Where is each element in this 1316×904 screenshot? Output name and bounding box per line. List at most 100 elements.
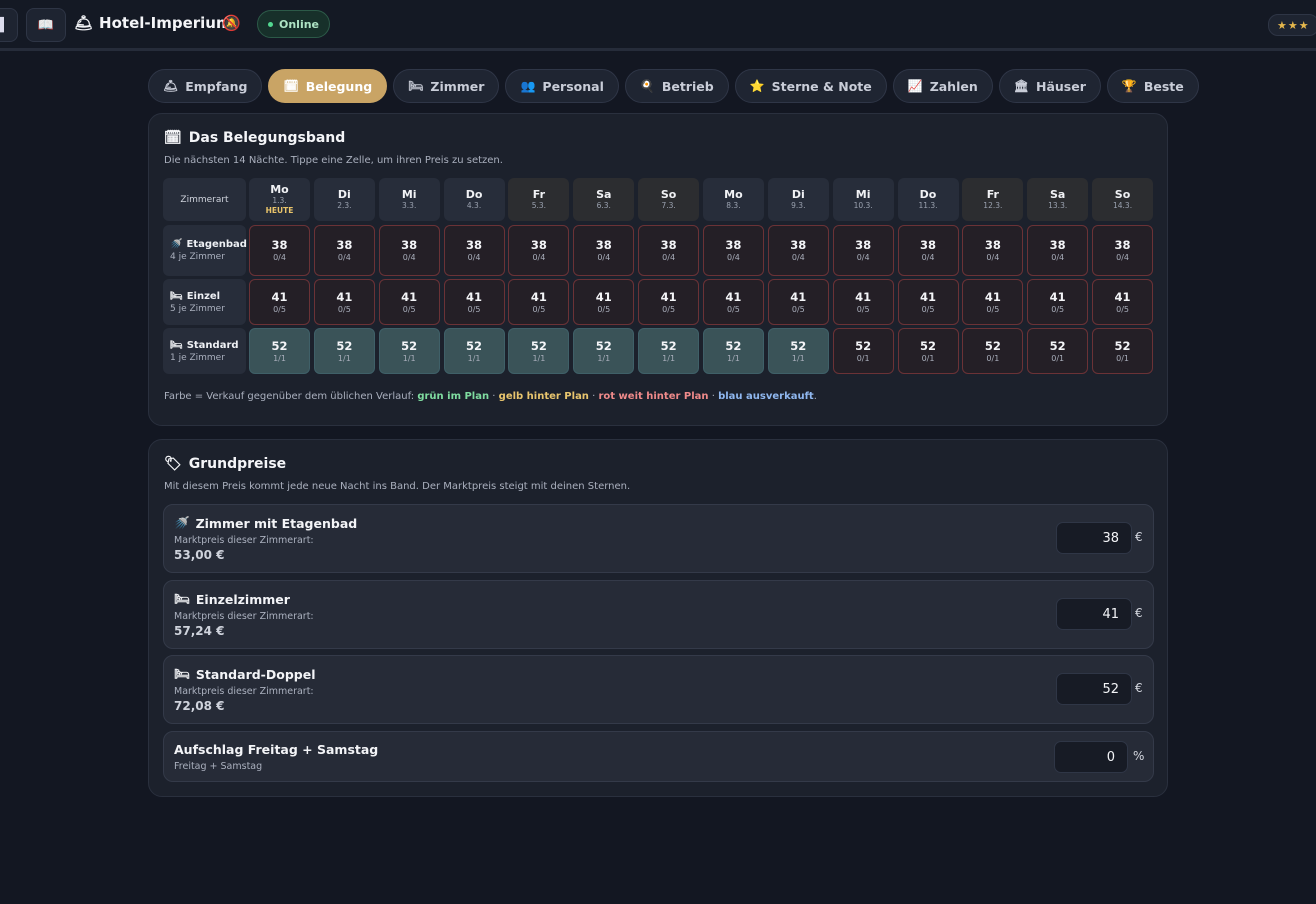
price-cell[interactable]: 52 1/1	[767, 328, 829, 374]
star-icon: ⭐	[749, 79, 765, 93]
hotel-stars-badge: ★★★	[1268, 14, 1316, 36]
band-subtitle: Die nächsten 14 Nächte. Tippe eine Zelle…	[164, 155, 503, 166]
price-cell[interactable]: 38 0/4	[443, 225, 505, 276]
price-cell[interactable]: 52 1/1	[702, 328, 764, 374]
price-cell[interactable]: 38 0/4	[1027, 225, 1089, 276]
price-cell[interactable]: 38 0/4	[638, 225, 700, 276]
cell-price: 41	[271, 289, 288, 304]
bed-icon: 🛏	[170, 339, 183, 351]
price-cell[interactable]: 41 0/5	[1027, 279, 1089, 325]
tab-label: Häuser	[1035, 78, 1086, 94]
cell-price: 38	[1049, 238, 1066, 252]
day-date: 7.3.	[661, 201, 676, 210]
price-cell[interactable]: 38 0/4	[767, 225, 829, 276]
price-cell[interactable]: 41 0/5	[249, 279, 310, 325]
day-date: 14.3.	[1113, 201, 1133, 210]
tab-zahlen[interactable]: 📈 Zahlen	[892, 69, 993, 103]
tab-betrieb[interactable]: 🍳 Betrieb	[624, 69, 729, 103]
price-cell[interactable]: 41 0/5	[508, 279, 570, 325]
price-cell[interactable]: 38 0/4	[702, 225, 764, 276]
tab-personal[interactable]: 👥 Personal	[505, 69, 619, 103]
menu-button[interactable]: ▌	[0, 8, 18, 42]
cell-price: 52	[530, 338, 547, 353]
tab-sterne[interactable]: ⭐ Sterne & Note	[734, 69, 887, 103]
day-date: 6.3.	[596, 201, 611, 210]
cell-occupancy: 0/1	[856, 353, 870, 363]
price-cell[interactable]: 41 0/5	[378, 279, 440, 325]
cell-price: 41	[725, 289, 742, 304]
tab-empfang[interactable]: 🛎 Empfang	[148, 69, 263, 103]
price-cell[interactable]: 52 1/1	[573, 328, 635, 374]
day-header: Fr 5.3.	[508, 178, 570, 221]
price-cell[interactable]: 41 0/5	[702, 279, 764, 325]
top-bar: ▌ 📖 🛎 Hotel-Imperium 🔕 Online ★★★	[0, 0, 1316, 51]
price-cell[interactable]: 52 1/1	[313, 328, 375, 374]
price-cell[interactable]: 52 0/1	[897, 328, 959, 374]
day-header: Sa 6.3.	[573, 178, 635, 221]
price-cell[interactable]: 38 0/4	[1092, 225, 1154, 276]
price-cell[interactable]: 38 0/4	[378, 225, 440, 276]
unit-label: €	[1135, 681, 1143, 695]
cell-price: 38	[530, 238, 547, 252]
price-cell[interactable]: 52 1/1	[378, 328, 440, 374]
cell-price: 38	[855, 238, 872, 252]
price-input[interactable]: 38	[1056, 522, 1132, 554]
unit-label: €	[1135, 606, 1143, 620]
cell-occupancy: 0/5	[532, 304, 546, 314]
cell-price: 38	[595, 238, 612, 252]
price-cell[interactable]: 52 0/1	[1092, 328, 1154, 374]
price-cell[interactable]: 41 0/5	[767, 279, 829, 325]
tab-zimmer[interactable]: 🛏 Zimmer	[393, 69, 500, 103]
price-cell[interactable]: 52 1/1	[249, 328, 310, 374]
price-cell[interactable]: 41 0/5	[1092, 279, 1154, 325]
price-cell[interactable]: 41 0/5	[832, 279, 894, 325]
price-input[interactable]: 0	[1054, 741, 1128, 773]
day-header: So 14.3.	[1092, 178, 1154, 221]
day-header: So 7.3.	[638, 178, 700, 221]
price-cell[interactable]: 38 0/4	[508, 225, 570, 276]
price-cell[interactable]: 52 1/1	[443, 328, 505, 374]
price-cell[interactable]: 41 0/5	[638, 279, 700, 325]
price-tag-icon: 🏷	[164, 456, 182, 472]
app-title-text: Hotel-Imperium	[99, 14, 232, 32]
cell-occupancy: 0/1	[1116, 353, 1129, 363]
cell-occupancy: 0/4	[856, 253, 870, 262]
price-cell[interactable]: 38 0/4	[573, 225, 635, 276]
price-cell[interactable]: 41 0/5	[443, 279, 505, 325]
row-label-standard: 🛏 Standard 1 je Zimmer	[163, 328, 246, 374]
tab-beste[interactable]: 🏆 Beste	[1106, 69, 1199, 103]
price-cell[interactable]: 41 0/5	[573, 279, 635, 325]
cell-occupancy: 1/1	[402, 353, 416, 363]
price-cell[interactable]: 52 1/1	[508, 328, 570, 374]
notifications-muted-button[interactable]: 🔕	[222, 14, 241, 32]
cell-occupancy: 1/1	[597, 353, 611, 363]
prices-title: 🏷 Grundpreise	[164, 456, 286, 472]
price-cell[interactable]: 38 0/4	[962, 225, 1024, 276]
market-price: 57,24 €	[174, 624, 225, 638]
day-date: 9.3.	[791, 201, 806, 210]
price-cell[interactable]: 38 0/4	[313, 225, 375, 276]
price-cell[interactable]: 52 0/1	[1027, 328, 1089, 374]
price-cell[interactable]: 52 0/1	[962, 328, 1024, 374]
price-cell[interactable]: 38 0/4	[897, 225, 959, 276]
price-cell[interactable]: 41 0/5	[962, 279, 1024, 325]
tab-belegung[interactable]: 🗓 Belegung	[268, 69, 388, 103]
cell-occupancy: 0/5	[402, 304, 416, 314]
building-icon: 🏛	[1013, 79, 1029, 93]
tab-haeuser[interactable]: 🏛 Häuser	[998, 69, 1101, 103]
price-row-title-text: Zimmer mit Etagenbad	[195, 515, 358, 531]
price-input[interactable]: 52	[1056, 673, 1132, 705]
price-row-weekend-surcharge: Aufschlag Freitag + Samstag Freitag + Sam…	[163, 731, 1154, 782]
row-label-einzel: 🛏 Einzel 5 je Zimmer	[163, 279, 246, 325]
legend-end: .	[813, 391, 817, 402]
price-cell[interactable]: 52 0/1	[832, 328, 894, 374]
cell-occupancy: 0/5	[1116, 304, 1129, 314]
guide-button[interactable]: 📖	[26, 8, 66, 42]
price-cell[interactable]: 41 0/5	[897, 279, 959, 325]
base-prices-card: 🏷 Grundpreise Mit diesem Preis kommt jed…	[148, 439, 1168, 797]
price-cell[interactable]: 52 1/1	[638, 328, 700, 374]
price-cell[interactable]: 38 0/4	[832, 225, 894, 276]
price-cell[interactable]: 38 0/4	[249, 225, 310, 276]
price-input[interactable]: 41	[1056, 598, 1132, 630]
price-cell[interactable]: 41 0/5	[313, 279, 375, 325]
